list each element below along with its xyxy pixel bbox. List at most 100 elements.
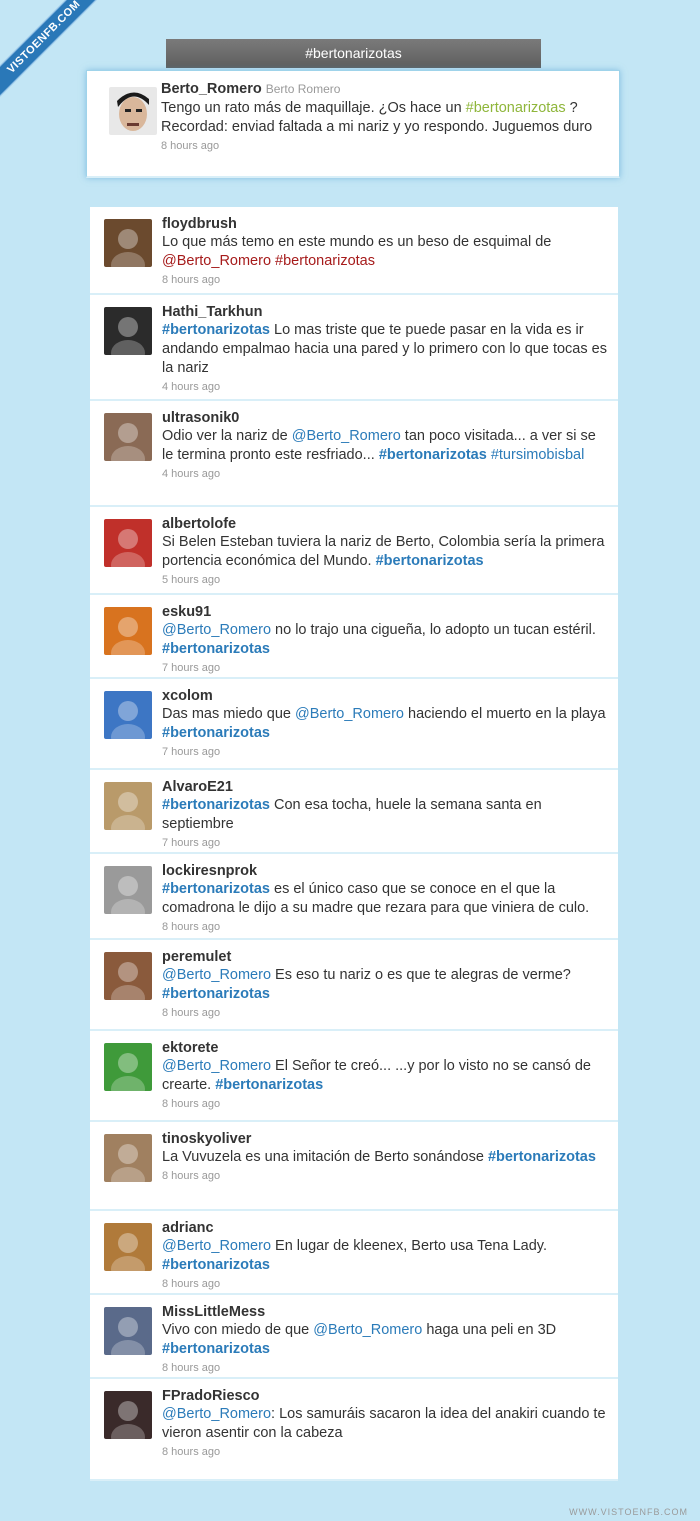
timestamp[interactable]: 8 hours ago	[162, 1362, 608, 1374]
timestamp[interactable]: 8 hours ago	[162, 1098, 608, 1110]
avatar[interactable]	[104, 607, 152, 655]
tweet-text: Odio ver la nariz de @Berto_Romero tan p…	[162, 427, 608, 465]
avatar-icon	[111, 1233, 145, 1271]
username-link[interactable]: FPradoRiesco	[162, 1388, 608, 1404]
username-link[interactable]: MissLittleMess	[162, 1304, 608, 1320]
timestamp[interactable]: 4 hours ago	[162, 381, 608, 393]
timestamp[interactable]: 5 hours ago	[162, 574, 608, 586]
username-link[interactable]: albertolofe	[162, 516, 608, 532]
timestamp[interactable]: 8 hours ago	[162, 274, 608, 286]
hashtag-link[interactable]: #bertonarizotas	[488, 1149, 596, 1165]
hashtag-link[interactable]: #bertonarizotas	[162, 725, 270, 741]
avatar-icon	[111, 792, 145, 830]
timestamp[interactable]: 8 hours ago	[162, 921, 608, 933]
tweet-text: @Berto_Romero El Señor te creó... ...y p…	[162, 1057, 608, 1095]
hashtag-link[interactable]: #bertonarizotas	[162, 797, 270, 813]
avatar[interactable]	[104, 1043, 152, 1091]
tweet-text-part: En lugar de kleenex, Berto usa Tena Lady…	[271, 1238, 547, 1254]
avatar[interactable]	[104, 866, 152, 914]
tweet-text: @Berto_Romero En lugar de kleenex, Berto…	[162, 1237, 608, 1275]
avatar[interactable]	[109, 87, 157, 135]
avatar-icon	[111, 617, 145, 655]
hashtag-link[interactable]: #bertonarizotas	[215, 1077, 323, 1093]
tweet-item: tinoskyoliver La Vuvuzela es una imitació…	[90, 1122, 618, 1211]
username-link[interactable]: tinoskyoliver	[162, 1131, 608, 1147]
mention-link[interactable]: @Berto_Romero	[162, 1058, 271, 1074]
avatar[interactable]	[104, 307, 152, 355]
timestamp[interactable]: 7 hours ago	[162, 746, 608, 758]
tweet-item: FPradoRiesco @Berto_Romero: Los samuráis …	[90, 1379, 618, 1481]
username-link[interactable]: ektorete	[162, 1040, 608, 1056]
tweet-text-part: Das mas miedo que	[162, 706, 295, 722]
avatar[interactable]	[104, 1223, 152, 1271]
timestamp[interactable]: 7 hours ago	[162, 837, 608, 849]
timestamp[interactable]: 8 hours ago	[162, 1278, 608, 1290]
mention-link[interactable]: @Berto_Romero	[162, 967, 271, 983]
hashtag-link[interactable]: #bertonarizotas	[466, 100, 566, 116]
avatar[interactable]	[104, 1307, 152, 1355]
avatar[interactable]	[104, 952, 152, 1000]
hashtag-link[interactable]: #bertonarizotas	[162, 641, 270, 657]
tweet-item: Hathi_Tarkhun #bertonarizotas Lo mas tris…	[90, 295, 618, 401]
tweet-text: Das mas miedo que @Berto_Romero haciendo…	[162, 705, 608, 743]
hashtag-link[interactable]: #bertonarizotas	[379, 447, 487, 463]
tweet-item: esku91 @Berto_Romero no lo trajo una cigu…	[90, 595, 618, 679]
tweet-text-part: Es eso tu nariz o es que te alegras de v…	[271, 967, 571, 983]
username-link[interactable]: lockiresnprok	[162, 863, 608, 879]
avatar[interactable]	[104, 691, 152, 739]
tweet-text: Vivo con miedo de que @Berto_Romero haga…	[162, 1321, 608, 1359]
hashtag-link[interactable]: #bertonarizotas	[162, 1341, 270, 1357]
tweet-text: #bertonarizotas es el único caso que se …	[162, 880, 608, 918]
mention-link[interactable]: @Berto_Romero	[162, 1238, 271, 1254]
tweet-text-part: Odio ver la nariz de	[162, 428, 292, 444]
mention-link[interactable]: @Berto_Romero	[162, 253, 271, 269]
avatar-icon	[111, 529, 145, 567]
tweet-text: @Berto_Romero: Los samuráis sacaron la i…	[162, 1405, 608, 1443]
mention-link[interactable]: @Berto_Romero	[292, 428, 401, 444]
username-link[interactable]: adrianc	[162, 1220, 608, 1236]
avatar-icon	[111, 876, 145, 914]
timestamp[interactable]: 4 hours ago	[162, 468, 608, 480]
tweet-text: @Berto_Romero Es eso tu nariz o es que t…	[162, 966, 608, 1004]
tweet-text-part: haga una peli en 3D	[422, 1322, 557, 1338]
mention-link[interactable]: #tursimobisbal	[491, 447, 585, 463]
tweet-item: ultrasonik0 Odio ver la nariz de @Berto_R…	[90, 401, 618, 507]
hashtag-link[interactable]: #bertonarizotas	[376, 553, 484, 569]
timestamp[interactable]: 8 hours ago	[162, 1446, 608, 1458]
mention-link[interactable]: @Berto_Romero	[313, 1322, 422, 1338]
featured-tweet: Berto_Romero Berto Romero Tengo un rato m…	[86, 70, 620, 178]
avatar-icon	[111, 317, 145, 355]
avatar[interactable]	[104, 1391, 152, 1439]
username-link[interactable]: Hathi_Tarkhun	[162, 304, 608, 320]
mention-link[interactable]: @Berto_Romero	[162, 1406, 271, 1422]
tweet-text: #bertonarizotas Con esa tocha, huele la …	[162, 796, 608, 834]
hashtag-link[interactable]: #bertonarizotas	[162, 881, 270, 897]
timestamp[interactable]: 8 hours ago	[161, 140, 609, 152]
hashtag-link[interactable]: #bertonarizotas	[275, 253, 375, 269]
tweet-text: Si Belen Esteban tuviera la nariz de Ber…	[162, 533, 608, 571]
username-link[interactable]: peremulet	[162, 949, 608, 965]
avatar[interactable]	[104, 1134, 152, 1182]
avatar[interactable]	[104, 413, 152, 461]
avatar-icon	[111, 1401, 145, 1439]
username-link[interactable]: xcolom	[162, 688, 608, 704]
avatar[interactable]	[104, 219, 152, 267]
timestamp[interactable]: 8 hours ago	[162, 1007, 608, 1019]
hashtag-link[interactable]: #bertonarizotas	[162, 1257, 270, 1273]
avatar[interactable]	[104, 782, 152, 830]
username-link[interactable]: Berto_Romero	[161, 81, 262, 97]
mention-link[interactable]: @Berto_Romero	[295, 706, 404, 722]
timestamp[interactable]: 8 hours ago	[162, 1170, 608, 1182]
username-link[interactable]: AlvaroE21	[162, 779, 608, 795]
avatar-icon	[111, 1317, 145, 1355]
avatar-icon	[111, 1144, 145, 1182]
username-link[interactable]: floydbrush	[162, 216, 608, 232]
hashtag-link[interactable]: #bertonarizotas	[162, 986, 270, 1002]
tweet-text-part: La Vuvuzela es una imitación de Berto so…	[162, 1149, 488, 1165]
avatar[interactable]	[104, 519, 152, 567]
timestamp[interactable]: 7 hours ago	[162, 662, 608, 674]
username-link[interactable]: ultrasonik0	[162, 410, 608, 426]
username-link[interactable]: esku91	[162, 604, 608, 620]
hashtag-link[interactable]: #bertonarizotas	[162, 322, 270, 338]
mention-link[interactable]: @Berto_Romero	[162, 622, 271, 638]
